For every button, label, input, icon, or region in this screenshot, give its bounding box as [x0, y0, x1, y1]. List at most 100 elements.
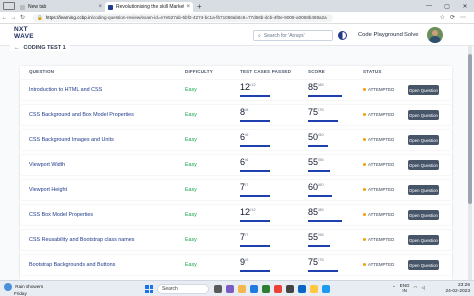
- tab-close-icon[interactable]: ×: [186, 4, 190, 10]
- open-question-button[interactable]: Open Question: [408, 85, 439, 95]
- score-bar: [308, 245, 330, 247]
- score-bar: [308, 95, 342, 97]
- clock[interactable]: 23:26 24-02-2023: [440, 283, 470, 295]
- page-title: CODING TEST 1: [23, 45, 66, 51]
- question-title: CSS Reusability and Bootstrap class name…: [29, 237, 135, 243]
- logo-line2: WAVE: [14, 32, 34, 40]
- status-badge: ATTEMPTED: [363, 212, 394, 217]
- question-title: Bootstrap Backgrounds and Buttons: [29, 262, 116, 268]
- status-badge: ATTEMPTED: [363, 112, 394, 117]
- test-cases-value: 7/7: [240, 182, 249, 192]
- system-tray: ⌃ ENG IN ◠ ◁: [392, 283, 425, 293]
- status-dot-icon: [363, 163, 366, 166]
- excel-icon[interactable]: [262, 285, 270, 293]
- back-arrow-icon[interactable]: ←: [14, 45, 20, 51]
- minimize-icon[interactable]: —: [420, 3, 438, 9]
- open-question-button[interactable]: Open Question: [408, 185, 439, 195]
- open-question-button[interactable]: Open Question: [408, 210, 439, 220]
- table-row: Viewport Width Easy 6/6 55/55 ATTEMPTED Open …: [20, 155, 452, 175]
- table-row: CSS Reusability and Bootstrap class name…: [20, 230, 452, 250]
- question-title: CSS Box Model Properties: [29, 212, 94, 218]
- task-view-icon[interactable]: [214, 285, 222, 293]
- test-cases-bar: [240, 120, 270, 122]
- back-icon[interactable]: ←: [0, 15, 9, 21]
- score-bar: [308, 195, 332, 197]
- store-icon[interactable]: [286, 285, 294, 293]
- test-cases-value: 9/9: [240, 257, 249, 267]
- tab-active[interactable]: Revolutionising the skill Market - ... ×: [105, 2, 193, 12]
- open-question-button[interactable]: Open Question: [408, 110, 439, 120]
- difficulty-label: Easy: [185, 112, 197, 118]
- windows-start-icon[interactable]: [145, 285, 153, 293]
- refresh-icon[interactable]: ↻: [18, 14, 27, 21]
- language-indicator[interactable]: ENG IN: [400, 283, 410, 293]
- tab-new-tab[interactable]: New tab ×: [17, 2, 105, 12]
- screen: { "browser": { "tabs": [ {"title": "New …: [0, 0, 474, 296]
- tray-chevron-icon[interactable]: ⌃: [392, 285, 396, 291]
- teams-icon[interactable]: [226, 285, 234, 293]
- clock-date: 24-02-2023: [445, 289, 470, 294]
- wifi-icon[interactable]: ◠: [414, 285, 418, 291]
- solve-link[interactable]: Solve: [404, 32, 419, 38]
- window-menu-icon[interactable]: [3, 2, 15, 10]
- table-header: QUESTION DIFFICULTY TEST CASES PASSED SC…: [20, 66, 452, 77]
- status-dot-icon: [363, 188, 366, 191]
- file-explorer-icon[interactable]: [238, 285, 246, 293]
- nxtwave-logo[interactable]: NXT WAVE: [14, 26, 34, 40]
- table-row: Bootstrap Backgrounds and Buttons Easy 9/9…: [20, 255, 452, 275]
- test-cases-bar: [240, 245, 270, 247]
- scrollbar-thumb[interactable]: [468, 54, 472, 204]
- tab-title: Revolutionising the skill Market - ...: [116, 4, 185, 10]
- weather-widget[interactable]: Rain showers Friday: [4, 283, 43, 296]
- sync-icon[interactable]: ⟳: [450, 14, 455, 21]
- chrome-icon[interactable]: [274, 285, 282, 293]
- app-header: NXT WAVE ⌕ Search for 'Arrays' Code Play…: [0, 24, 474, 46]
- address-bar: ← → ↻ 🔒 https://learning.ccbp.in /coding…: [0, 12, 474, 24]
- score-value: 60/60: [308, 182, 324, 192]
- app-icon[interactable]: [322, 285, 330, 293]
- tab-title: New tab: [28, 4, 47, 10]
- theme-toggle-icon[interactable]: [338, 31, 347, 40]
- question-title: Viewport Height: [29, 187, 67, 193]
- favorite-icon[interactable]: ☆: [440, 14, 445, 21]
- window-controls: — ▢ ✕: [420, 0, 474, 12]
- header-difficulty: DIFFICULTY: [185, 69, 213, 74]
- new-tab-button[interactable]: +: [197, 2, 202, 11]
- photos-icon[interactable]: [310, 285, 318, 293]
- url-field[interactable]: 🔒 https://learning.ccbp.in /coding-quest…: [33, 13, 333, 22]
- table-row: Introduction to HTML and CSS Easy 12/12 85/…: [20, 80, 452, 100]
- word-icon[interactable]: [298, 285, 306, 293]
- avatar[interactable]: [427, 27, 443, 43]
- status-badge: ATTEMPTED: [363, 187, 394, 192]
- score-value: 55/55: [308, 157, 324, 167]
- question-title: Viewport Width: [29, 162, 66, 168]
- edge-icon[interactable]: [250, 285, 258, 293]
- search-input[interactable]: ⌕ Search for 'Arrays': [253, 30, 333, 41]
- forward-icon[interactable]: →: [9, 15, 18, 21]
- test-cases-value: 6/6: [240, 132, 249, 142]
- score-bar: [308, 145, 328, 147]
- open-question-button[interactable]: Open Question: [408, 260, 439, 270]
- maximize-icon[interactable]: ▢: [438, 3, 456, 10]
- open-question-button[interactable]: Open Question: [408, 135, 439, 145]
- status-badge: ATTEMPTED: [363, 87, 394, 92]
- test-cases-bar: [240, 195, 270, 197]
- code-playground-link[interactable]: Code Playground: [358, 32, 403, 38]
- weather-icon: [4, 283, 12, 291]
- breadcrumb: ← CODING TEST 1: [10, 45, 70, 51]
- tab-close-icon[interactable]: ×: [98, 4, 102, 10]
- status-dot-icon: [363, 238, 366, 241]
- open-question-button[interactable]: Open Question: [408, 160, 439, 170]
- test-cases-value: 8/8: [240, 107, 249, 117]
- status-badge: ATTEMPTED: [363, 237, 394, 242]
- volume-icon[interactable]: ◁: [421, 285, 424, 291]
- search-placeholder: Search for 'Arrays': [263, 32, 305, 39]
- close-window-icon[interactable]: ✕: [456, 3, 474, 10]
- weather-day: Friday: [14, 291, 27, 296]
- browser-toolbar: ☆ ⟳ ⋯: [440, 14, 474, 21]
- test-cases-bar: [240, 145, 270, 147]
- taskbar-search[interactable]: Search: [157, 284, 209, 294]
- test-cases-bar: [240, 170, 270, 172]
- open-question-button[interactable]: Open Question: [408, 235, 439, 245]
- more-icon[interactable]: ⋯: [460, 14, 466, 21]
